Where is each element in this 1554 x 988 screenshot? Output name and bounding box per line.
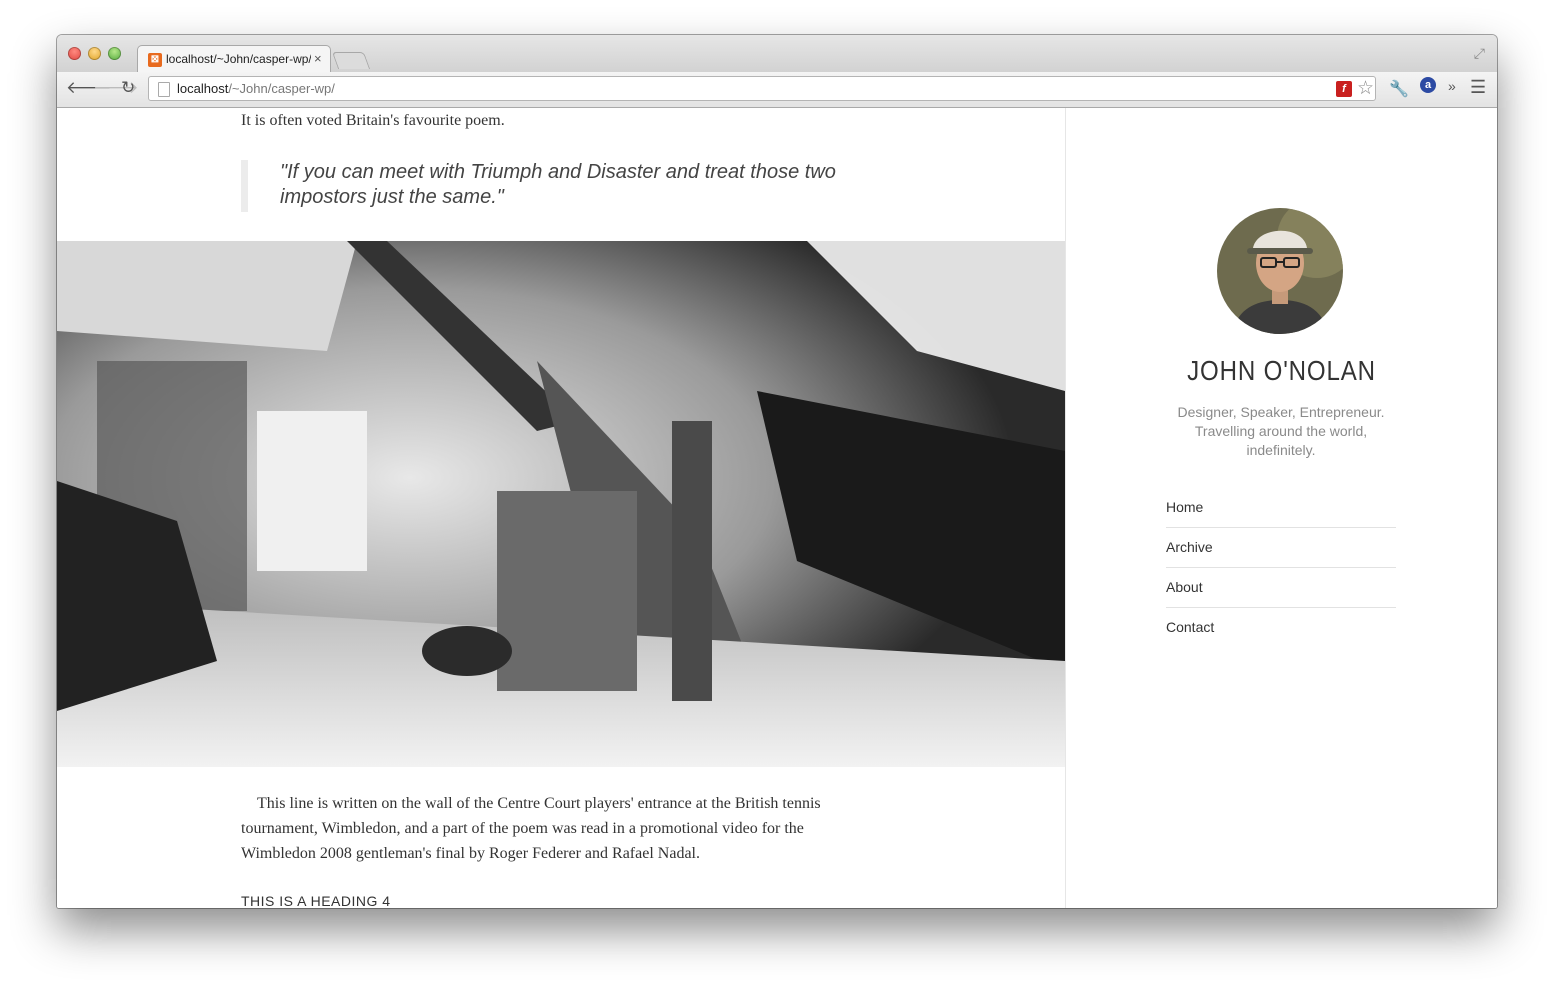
tab-close-icon[interactable]: × [314,51,322,66]
blockquote: "If you can meet with Triumph and Disast… [241,160,861,212]
page-viewport[interactable]: It is often voted Britain's favourite po… [57,108,1497,908]
tab-strip: ⊠ localhost/~John/casper-wp/ × ⤢ [57,35,1497,73]
browser-tab[interactable]: ⊠ localhost/~John/casper-wp/ × [137,45,331,73]
window-close-button[interactable] [68,47,81,60]
body-paragraph: This line is written on the wall of the … [241,795,821,862]
staircase-photo [57,241,1065,767]
author-name: JOHN O'NOLAN [1187,355,1376,386]
window-zoom-button[interactable] [108,47,121,60]
reload-icon[interactable]: ↻ [121,78,135,98]
heading-4: THIS IS A HEADING 4 [241,893,391,908]
sidebar-nav: Home Archive About Contact [1166,488,1396,647]
window-minimize-button[interactable] [88,47,101,60]
extension-icon[interactable]: a [1420,77,1436,93]
intro-paragraph: It is often voted Britain's favourite po… [241,112,505,129]
menu-icon[interactable]: ☰ [1470,77,1486,98]
new-tab-button[interactable] [331,52,371,69]
wrench-icon[interactable]: 🔧 [1389,79,1409,99]
flash-extension-icon[interactable]: f [1336,81,1352,97]
author-bio: Designer, Speaker, Entrepreneur. Travell… [1177,404,1385,458]
address-bar[interactable]: localhost/~John/casper-wp/ f ☆ [148,76,1376,101]
tab-title: localhost/~John/casper-wp/ [166,52,311,66]
url-host: localhost [177,81,229,96]
post-content: It is often voted Britain's favourite po… [57,108,1065,908]
fullscreen-icon[interactable]: ⤢ [1474,45,1485,62]
url-text[interactable]: localhost/~John/casper-wp/ [177,81,335,96]
sidebar: JOHN O'NOLAN Designer, Speaker, Entrepre… [1066,108,1497,908]
nav-item-about[interactable]: About [1166,568,1396,608]
bookmark-star-icon[interactable]: ☆ [1357,77,1374,100]
url-path: /~John/casper-wp/ [228,81,335,96]
author-avatar [1217,208,1343,334]
nav-item-home[interactable]: Home [1166,488,1396,528]
xampp-favicon-icon: ⊠ [148,53,162,67]
nav-item-contact[interactable]: Contact [1166,608,1396,647]
overflow-chevron-icon[interactable]: » [1448,78,1456,94]
nav-item-archive[interactable]: Archive [1166,528,1396,568]
page-icon [158,82,170,97]
browser-toolbar: 🡐 🡒 ↻ localhost/~John/casper-wp/ f ☆ 🔧 a… [57,72,1497,108]
browser-window: ⊠ localhost/~John/casper-wp/ × ⤢ 🡐 🡒 ↻ l… [57,35,1497,908]
